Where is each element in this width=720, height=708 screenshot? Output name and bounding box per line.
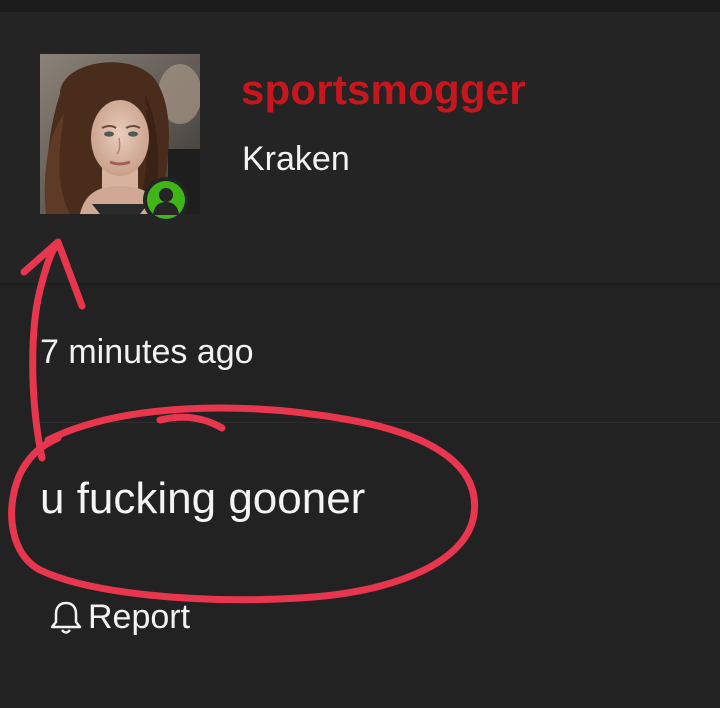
report-button[interactable]: Report — [46, 595, 190, 639]
online-status-badge — [143, 177, 189, 223]
online-user-icon — [147, 181, 185, 219]
post-message: u fucking gooner — [40, 474, 366, 523]
username[interactable]: sportsmogger — [241, 66, 526, 114]
report-label: Report — [88, 597, 191, 636]
top-strip — [0, 0, 720, 12]
user-title: Kraken — [242, 140, 350, 178]
post-timestamp[interactable]: 7 minutes ago — [40, 333, 254, 372]
avatar[interactable] — [40, 54, 200, 223]
bell-icon — [50, 601, 82, 634]
divider — [40, 422, 720, 423]
